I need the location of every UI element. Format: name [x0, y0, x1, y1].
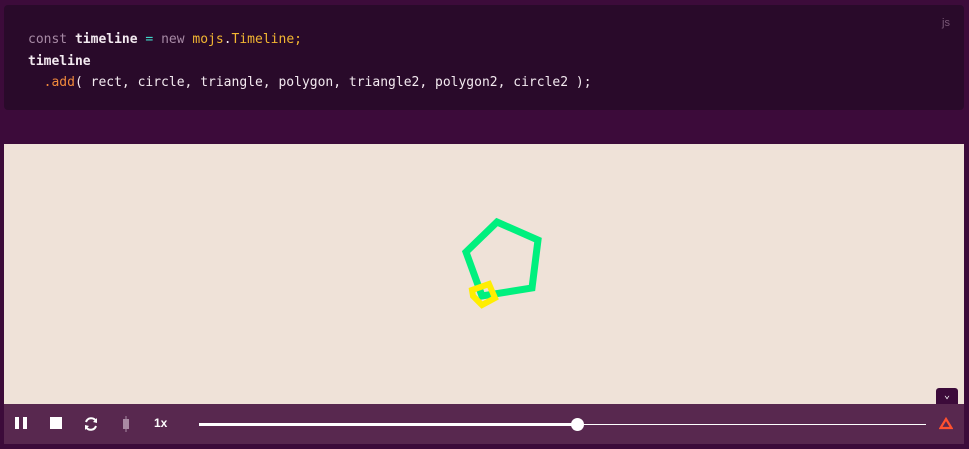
code-token: const — [28, 32, 68, 47]
progress-thumb[interactable] — [571, 418, 585, 431]
code-token: new — [161, 32, 185, 47]
speed-button[interactable]: 1x — [154, 416, 167, 430]
code-block: js const timeline = new mojs.Timeline; t… — [4, 5, 964, 110]
pause-icon[interactable] — [15, 416, 27, 430]
code-token: Timeline — [231, 32, 295, 47]
code-token: . — [223, 32, 232, 47]
code-token: = — [145, 32, 154, 47]
code-token: ( rect, circle, triangle, polygon, trian… — [74, 75, 592, 90]
code-token: timeline — [28, 53, 91, 69]
code-token: .add — [43, 75, 75, 90]
progress-fill — [199, 423, 578, 426]
chevron-down-icon: ⌄ — [943, 390, 951, 401]
stop-icon[interactable] — [50, 416, 62, 430]
language-label: js — [942, 17, 950, 29]
player-controls: 1x — [4, 404, 964, 444]
progress-slider[interactable] — [199, 418, 926, 431]
bounds-icon[interactable] — [122, 416, 130, 432]
green-polygon-shape — [461, 217, 542, 300]
animation-stage — [4, 144, 964, 404]
collapse-button[interactable]: ⌄ — [936, 388, 958, 404]
code-text: const timeline = new mojs.Timeline; time… — [28, 29, 592, 94]
code-token: mojs — [192, 32, 224, 47]
repeat-icon[interactable] — [83, 416, 99, 432]
code-token: timeline — [74, 32, 138, 47]
code-token: ; — [294, 32, 302, 47]
mojs-logo-icon[interactable] — [939, 417, 953, 430]
